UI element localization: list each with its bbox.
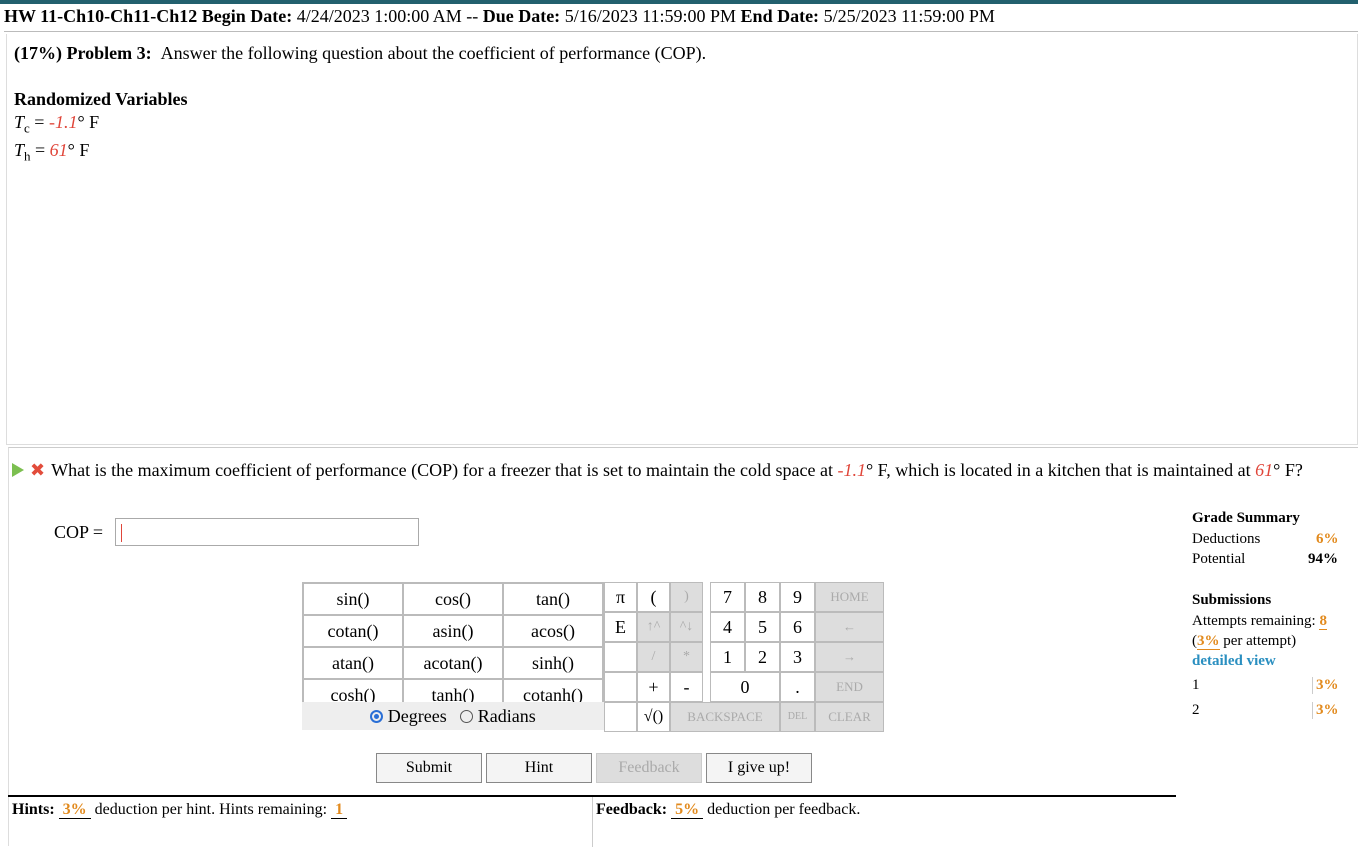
minus-key[interactable]: - (670, 672, 703, 702)
hints-info: Hints: 3% deduction per hint. Hints rema… (12, 801, 348, 819)
due-label: Due Date: (482, 6, 561, 26)
left-arrow-key[interactable]: ← (815, 612, 884, 642)
feedback-deduction: 5% (671, 801, 704, 819)
cop-answer-input[interactable] (115, 518, 419, 546)
angle-mode: Degrees Radians (302, 702, 604, 730)
blank-key (604, 642, 637, 672)
acos-key[interactable]: acos() (502, 614, 604, 648)
home-key[interactable]: HOME (815, 582, 884, 612)
degrees-radio[interactable] (370, 710, 384, 723)
e-key[interactable]: E (604, 612, 637, 642)
per-attempt: (3% per attempt) (1192, 633, 1297, 650)
randomized-variables-title: Randomized Variables (14, 89, 188, 109)
divide-key[interactable]: / (637, 642, 670, 672)
problem-percent: (17%) (14, 43, 62, 63)
atan-key[interactable]: atan() (302, 646, 404, 680)
key-0[interactable]: 0 (710, 672, 780, 702)
rparen-key[interactable]: ) (670, 582, 703, 612)
clear-key[interactable]: CLEAR (815, 702, 884, 732)
potential-label: Potential (1192, 551, 1246, 567)
del-key[interactable]: DEL (780, 702, 815, 732)
text-cursor (121, 524, 122, 542)
submission-row-1-num: 1 (1192, 677, 1200, 693)
cotan-key[interactable]: cotan() (302, 614, 404, 648)
cos-key[interactable]: cos() (402, 582, 504, 616)
key-7[interactable]: 7 (710, 582, 745, 612)
submission-row-1-pct: 3% (1312, 677, 1339, 694)
potential-value: 94% (1308, 551, 1338, 567)
tan-key[interactable]: tan() (502, 582, 604, 616)
end-date: 5/25/2023 11:59:00 PM (823, 6, 995, 26)
asin-key[interactable]: asin() (402, 614, 504, 648)
hint-button[interactable]: Hint (486, 753, 592, 783)
problem-panel (6, 34, 1358, 445)
key-4[interactable]: 4 (710, 612, 745, 642)
header-divider (4, 31, 1358, 32)
submit-button[interactable]: Submit (376, 753, 482, 783)
key-5[interactable]: 5 (745, 612, 780, 642)
variable-th: Th = 61° F (14, 140, 90, 164)
end-key[interactable]: END (815, 672, 884, 702)
attempts-remaining: Attempts remaining: 8 (1192, 613, 1327, 630)
backspace-key[interactable]: BACKSPACE (670, 702, 780, 732)
submission-row-2-num: 2 (1192, 702, 1200, 718)
play-icon[interactable] (12, 463, 24, 477)
down-key[interactable]: ^↓ (670, 612, 703, 642)
cop-label: COP = (54, 522, 103, 542)
key-6[interactable]: 6 (780, 612, 815, 642)
hint-deduction: 3% (58, 801, 91, 819)
incorrect-x-icon: ✖ (30, 460, 46, 481)
sqrt-key[interactable]: √() (637, 702, 670, 732)
variable-tc: Tc = -1.1° F (14, 112, 100, 136)
begin-date: 4/24/2023 1:00:00 AM (296, 6, 462, 26)
multiply-key[interactable]: * (670, 642, 703, 672)
lparen-key[interactable]: ( (637, 582, 670, 612)
radians-label: Radians (477, 706, 536, 726)
top-accent-bar (0, 0, 1358, 4)
up-key[interactable]: ↑^ (637, 612, 670, 642)
problem-label: Problem 3: (66, 43, 152, 63)
bottom-separator (592, 797, 593, 847)
detailed-view-link[interactable]: detailed view (1192, 653, 1276, 670)
problem-text: Answer the following question about the … (160, 43, 707, 63)
question-text: ✖ What is the maximum coefficient of perf… (12, 458, 1312, 483)
submissions-title: Submissions (1192, 592, 1272, 608)
acotan-key[interactable]: acotan() (402, 646, 504, 680)
sin-key[interactable]: sin() (302, 582, 404, 616)
key-9[interactable]: 9 (780, 582, 815, 612)
key-3[interactable]: 3 (780, 642, 815, 672)
header-sep: -- (466, 6, 479, 26)
end-label: End Date: (740, 6, 820, 26)
feedback-button[interactable]: Feedback (596, 753, 702, 783)
begin-label: Begin Date: (201, 6, 293, 26)
deductions-label: Deductions (1192, 531, 1261, 547)
assignment-header: HW 11-Ch10-Ch11-Ch12 Begin Date: 4/24/20… (4, 6, 995, 27)
problem-title: (17%) Problem 3: Answer the following qu… (14, 43, 706, 64)
submission-row-2-pct: 3% (1312, 702, 1339, 719)
blank-key-3 (604, 702, 637, 732)
function-pad: sin() cos() tan() cotan() asin() acos() … (302, 582, 604, 730)
deductions-value: 6% (1316, 531, 1339, 547)
dot-key[interactable]: . (780, 672, 815, 702)
key-1[interactable]: 1 (710, 642, 745, 672)
blank-key-2 (604, 672, 637, 702)
hints-remaining: 1 (331, 801, 348, 819)
give-up-button[interactable]: I give up! (706, 753, 812, 783)
grade-summary-title: Grade Summary (1192, 510, 1300, 526)
right-arrow-key[interactable]: → (815, 642, 884, 672)
degrees-label: Degrees (387, 706, 447, 726)
key-2[interactable]: 2 (745, 642, 780, 672)
feedback-info: Feedback: 5% deduction per feedback. (596, 801, 861, 819)
key-8[interactable]: 8 (745, 582, 780, 612)
pi-key[interactable]: π (604, 582, 637, 612)
sinh-key[interactable]: sinh() (502, 646, 604, 680)
hw-title: HW 11-Ch10-Ch11-Ch12 (4, 6, 198, 26)
radians-radio[interactable] (460, 710, 474, 723)
due-date: 5/16/2023 11:59:00 PM (564, 6, 737, 26)
plus-key[interactable]: + (637, 672, 670, 702)
